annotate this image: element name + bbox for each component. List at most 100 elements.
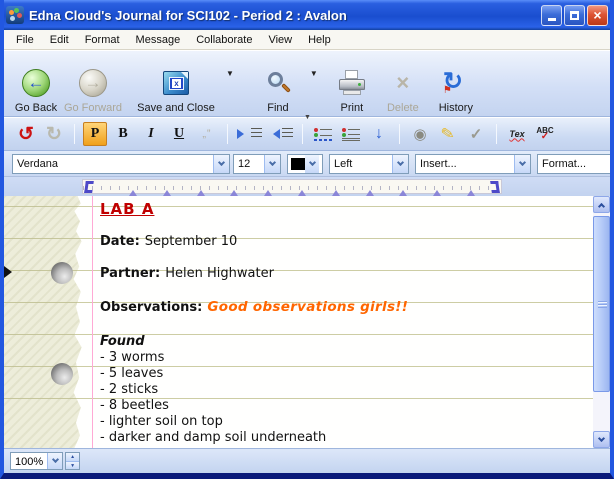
menu-message[interactable]: Message xyxy=(128,32,189,48)
size-dropdown-icon[interactable] xyxy=(264,155,280,173)
color-dropdown-icon[interactable] xyxy=(305,155,319,173)
font-family-select[interactable]: Verdana xyxy=(12,154,230,174)
undo-icon: ↺ xyxy=(18,123,34,146)
font-size-select[interactable]: 12 xyxy=(233,154,281,174)
title-bar: Edna Cloud's Journal for SCI102 - Period… xyxy=(0,0,614,30)
separator xyxy=(74,124,75,144)
separator xyxy=(302,124,303,144)
target-button[interactable]: ◉ xyxy=(408,122,432,146)
maximize-button[interactable] xyxy=(564,5,585,26)
close-icon: × xyxy=(593,8,601,22)
zoom-dropdown-icon[interactable] xyxy=(47,453,62,469)
go-forward-button[interactable]: → Go Forward xyxy=(62,56,124,114)
redo-icon: ↻ xyxy=(46,123,62,146)
underline-button[interactable]: U xyxy=(167,122,191,146)
insert-below-button[interactable]: ↓ xyxy=(367,122,391,146)
print-button[interactable]: Print xyxy=(330,56,374,114)
quote-button[interactable]: „‟ xyxy=(195,122,219,146)
paper-margin xyxy=(4,196,84,448)
checkmark-icon: ✓ xyxy=(470,125,483,143)
print-icon xyxy=(338,70,366,96)
list-item: - 2 sticks xyxy=(100,382,326,398)
plain-text-button[interactable]: P xyxy=(83,122,107,146)
bullet-list-icon xyxy=(342,127,360,142)
undo-button[interactable]: ↺ xyxy=(14,122,38,146)
italic-button[interactable]: I xyxy=(139,122,163,146)
zoom-spinner[interactable]: ▲ ▼ xyxy=(65,452,80,470)
alignment-select[interactable]: Left xyxy=(329,154,409,174)
menu-help[interactable]: Help xyxy=(300,32,339,48)
date-label: Date: xyxy=(100,234,140,249)
list-item: - lighter soil on top xyxy=(100,414,326,430)
vertical-scrollbar[interactable] xyxy=(593,196,610,448)
scroll-up-button[interactable] xyxy=(593,196,610,213)
minimize-button[interactable] xyxy=(541,5,562,26)
list-item: - 3 worms xyxy=(100,350,326,366)
app-window: Edna Cloud's Journal for SCI102 - Period… xyxy=(0,0,614,479)
menu-view[interactable]: View xyxy=(260,32,300,48)
margin-line xyxy=(92,196,93,448)
scroll-down-icon xyxy=(598,434,605,441)
spinner-up-icon[interactable]: ▲ xyxy=(66,453,79,461)
decrease-indent-button[interactable] xyxy=(267,122,294,146)
font-dropdown-icon[interactable] xyxy=(213,155,229,173)
delete-icon: × xyxy=(396,72,409,94)
numbered-list-button[interactable] xyxy=(311,122,335,146)
scrollbar-thumb[interactable] xyxy=(593,216,610,392)
partner-value: Helen Highwater xyxy=(165,266,274,281)
highlighter-button[interactable]: ✎ xyxy=(436,122,460,146)
journal-page[interactable]: LAB A Date: September 10 Partner:Helen Hi… xyxy=(4,196,610,448)
date-value: September 10 xyxy=(145,234,238,249)
hole-punch xyxy=(51,363,73,385)
find-button[interactable]: Find xyxy=(248,56,308,114)
scroll-down-button[interactable] xyxy=(593,431,610,448)
target-icon: ◉ xyxy=(413,125,426,143)
current-line-indicator xyxy=(4,266,12,278)
zoom-value: 100% xyxy=(11,453,47,469)
close-button[interactable]: × xyxy=(587,5,608,26)
menu-bar: File Edit Format Message Collaborate Vie… xyxy=(4,30,610,50)
menu-format[interactable]: Format xyxy=(77,32,128,48)
quote-icon: „‟ xyxy=(202,128,211,140)
maximize-icon xyxy=(570,11,579,20)
entry-title: LAB A xyxy=(100,200,154,218)
highlighter-pen-icon: ✎ xyxy=(440,123,457,145)
find-dropdown-arrow[interactable]: ▼ xyxy=(310,69,318,100)
mark-reviewed-button[interactable]: ✓ xyxy=(464,122,488,146)
list-item: - darker and damp soil underneath xyxy=(100,430,326,446)
zoom-select[interactable]: 100% xyxy=(10,452,63,470)
menu-edit[interactable]: Edit xyxy=(42,32,77,48)
format-select[interactable]: Format... xyxy=(537,154,610,174)
bold-button[interactable]: B xyxy=(111,122,135,146)
go-back-button[interactable]: ← Go Back xyxy=(10,56,62,114)
history-button[interactable]: ↻⚑ History xyxy=(430,56,482,114)
insert-select[interactable]: Insert... xyxy=(415,154,531,174)
spellcheck-button[interactable]: ABC✓ xyxy=(533,122,557,146)
left-margin-marker[interactable] xyxy=(84,181,94,193)
save-and-close-button[interactable]: x Save and Close xyxy=(128,56,224,114)
color-swatch xyxy=(291,158,305,170)
menu-file[interactable]: File xyxy=(8,32,42,48)
separator xyxy=(496,124,497,144)
font-combo-bar: Verdana 12 Left Insert... Format... xyxy=(4,151,610,177)
font-color-select[interactable] xyxy=(287,154,323,174)
hole-punch xyxy=(51,262,73,284)
save-dropdown-arrow[interactable]: ▼ xyxy=(226,69,234,100)
toolbar-overflow-icon[interactable]: ▼ xyxy=(304,114,311,121)
spinner-down-icon[interactable]: ▼ xyxy=(66,461,79,469)
go-back-icon: ← xyxy=(22,69,50,97)
align-dropdown-icon[interactable] xyxy=(392,155,408,173)
autocorrect-button[interactable]: Tex xyxy=(505,122,529,146)
numbered-list-icon xyxy=(314,127,332,142)
right-margin-marker[interactable] xyxy=(490,181,500,193)
bullet-list-button[interactable] xyxy=(339,122,363,146)
increase-indent-button[interactable] xyxy=(236,122,263,146)
status-bar: 100% ▲ ▼ xyxy=(4,448,610,473)
insert-dropdown-icon[interactable] xyxy=(514,155,530,173)
menu-collaborate[interactable]: Collaborate xyxy=(188,32,260,48)
save-icon: x xyxy=(163,71,189,95)
partner-row: Partner:Helen Highwater xyxy=(100,266,274,281)
redo-button[interactable]: ↻ xyxy=(42,122,66,146)
delete-button[interactable]: × Delete xyxy=(380,56,426,114)
formatting-toolbar: ▼ ↺ ↻ P B I U „‟ xyxy=(4,117,610,151)
